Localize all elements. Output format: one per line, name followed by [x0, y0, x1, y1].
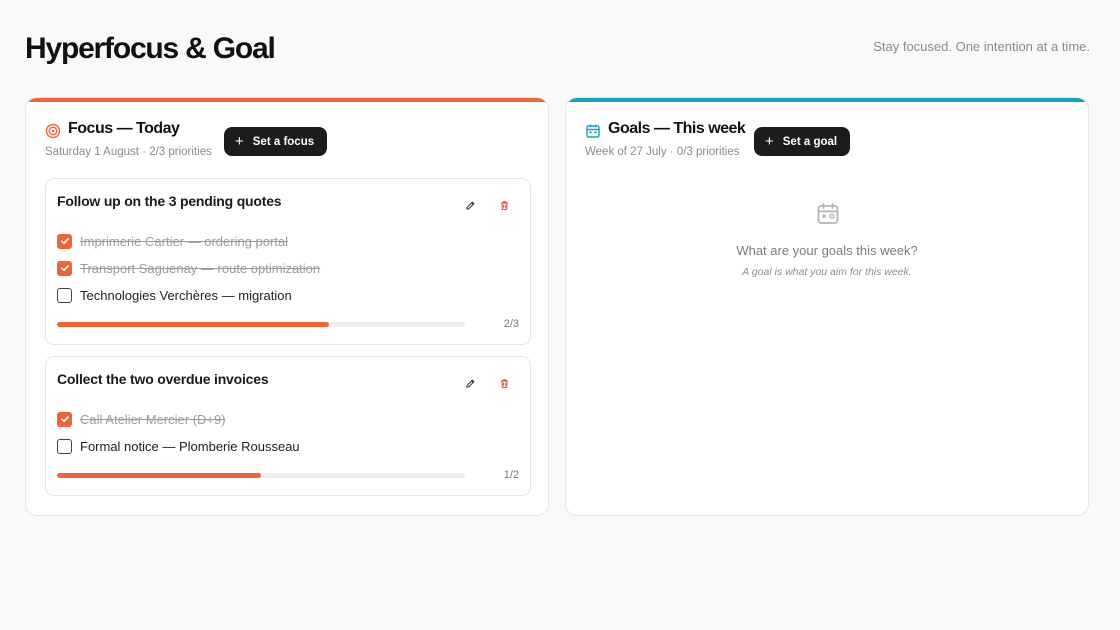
- target-icon: [45, 123, 61, 139]
- priority-title: Collect the two overdue invoices: [57, 371, 269, 387]
- calendar-icon: [586, 124, 600, 138]
- calendar-icon: [817, 202, 839, 224]
- goals-empty-title: What are your goals this week?: [736, 243, 918, 258]
- priority-item: Follow up on the 3 pending quotes Imprim…: [45, 178, 531, 345]
- set-goal-button-label: Set a goal: [782, 135, 838, 148]
- priority-title: Follow up on the 3 pending quotes: [57, 193, 282, 209]
- plus-icon: +: [235, 133, 244, 150]
- goals-card: Goals — This week Week of 27 July · 0/3 …: [565, 97, 1089, 516]
- focus-card-subtitle: Saturday 1 August · 2/3 priorities: [45, 146, 212, 158]
- set-goal-button[interactable]: + Set a goal: [754, 127, 851, 156]
- app: Hyperfocus & Goal Stay focused. One inte…: [0, 0, 1120, 630]
- checkbox-checked[interactable]: [57, 260, 72, 276]
- progress-count: 1/2: [503, 469, 519, 481]
- task-item[interactable]: Call Atelier Mercier (D+9): [57, 410, 226, 428]
- edit-icon[interactable]: [462, 375, 478, 391]
- progress-bar: [57, 473, 465, 478]
- checkbox-unchecked[interactable]: [57, 287, 72, 303]
- trash-icon[interactable]: [496, 375, 512, 391]
- checkbox-checked[interactable]: [57, 233, 72, 249]
- set-focus-button-label: Set a focus: [252, 135, 315, 148]
- progress-count: 2/3: [503, 318, 519, 330]
- task-item[interactable]: Imprimerie Cartier — ordering portal: [57, 232, 288, 250]
- task-label: Technologies Verchères — migration: [80, 287, 292, 303]
- progress-bar: [57, 322, 465, 327]
- task-label: Imprimerie Cartier — ordering portal: [80, 233, 289, 249]
- set-focus-button[interactable]: + Set a focus: [224, 127, 328, 156]
- tagline: Stay focused. One intention at a time.: [873, 39, 1090, 54]
- progress-fill: [57, 473, 261, 478]
- priority-item: Collect the two overdue invoices Call At…: [45, 356, 531, 496]
- task-label: Formal notice — Plomberie Rousseau: [80, 438, 300, 454]
- checkbox-checked[interactable]: [57, 411, 72, 427]
- goals-card-title: Goals — This week: [608, 120, 746, 137]
- trash-icon[interactable]: [496, 197, 512, 213]
- task-item[interactable]: Formal notice — Plomberie Rousseau: [57, 437, 300, 455]
- checkbox-unchecked[interactable]: [57, 438, 72, 454]
- focus-card-title: Focus — Today: [68, 120, 180, 137]
- page-title: Hyperfocus & Goal: [25, 32, 276, 65]
- progress-fill: [57, 322, 329, 327]
- goals-card-subtitle: Week of 27 July · 0/3 priorities: [585, 146, 740, 158]
- edit-icon[interactable]: [462, 197, 478, 213]
- task-label: Call Atelier Mercier (D+9): [80, 411, 226, 427]
- goals-empty-hint: A goal is what you aim for this week.: [742, 266, 912, 278]
- focus-card: Focus — Today Saturday 1 August · 2/3 pr…: [25, 97, 549, 516]
- task-item[interactable]: Transport Saguenay — route optimization: [57, 259, 320, 277]
- task-item[interactable]: Technologies Verchères — migration: [57, 286, 292, 304]
- task-label: Transport Saguenay — route optimization: [80, 260, 321, 276]
- plus-icon: +: [765, 133, 774, 150]
